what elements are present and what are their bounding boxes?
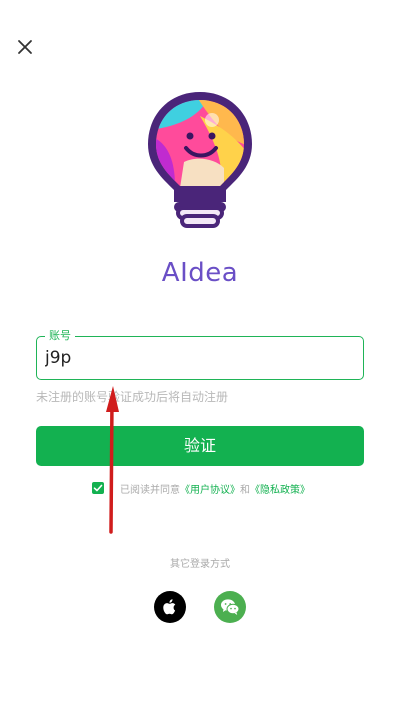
agreement-prefix: 已阅读并同意 (120, 484, 180, 496)
account-label: 账号 (45, 328, 75, 344)
close-icon (18, 40, 32, 54)
account-field[interactable]: 账号 (36, 328, 364, 380)
apple-icon (163, 599, 176, 615)
app-logo (140, 86, 260, 234)
privacy-policy-link[interactable]: 《隐私政策》 (250, 481, 310, 496)
account-input[interactable] (45, 345, 345, 371)
agreement-row: 已阅读并同意 《用户协议》 和 《隐私政策》 (92, 480, 310, 496)
other-login-title: 其它登录方式 (170, 559, 230, 570)
apple-login-button[interactable] (154, 591, 186, 623)
user-agreement-link[interactable]: 《用户协议》 (180, 481, 240, 496)
verify-button[interactable]: 验证 (36, 426, 364, 466)
register-hint: 未注册的账号验证成功后将自动注册 (36, 390, 229, 404)
close-button[interactable] (14, 36, 36, 58)
lightbulb-logo-icon (148, 92, 252, 228)
wechat-icon (221, 599, 240, 615)
agreement-and: 和 (240, 484, 250, 496)
login-page: AIdea 账号 未注册的账号验证成功后将自动注册 验证 已阅读并同意 《用户协… (0, 0, 400, 711)
app-name: AIdea (161, 258, 239, 288)
agreement-checkbox[interactable] (92, 482, 104, 494)
wechat-login-button[interactable] (214, 591, 246, 623)
check-icon (93, 484, 103, 492)
